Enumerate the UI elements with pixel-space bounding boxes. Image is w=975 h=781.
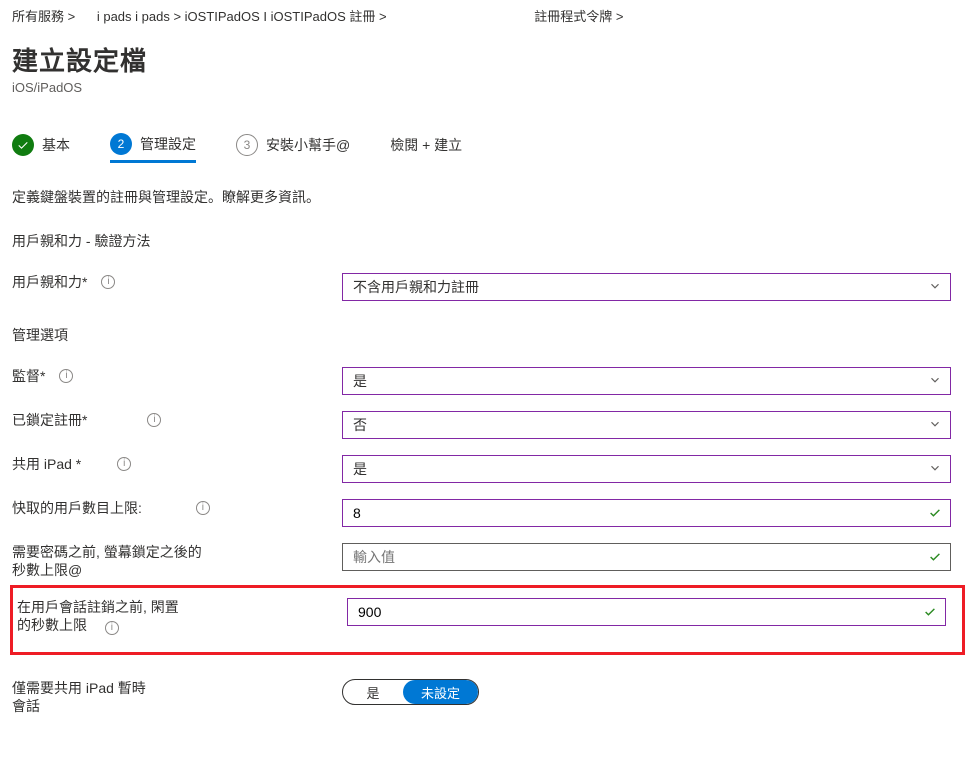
max-cached-users-input-wrap [342,499,951,527]
highlighted-row-idle-seconds: 在用戶會話註銷之前, 閑置 的秒數上限 i [10,585,965,655]
select-value: 不含用戶親和力註冊 [353,277,479,297]
select-value: 是 [353,459,367,479]
step-number-icon: 3 [236,134,258,156]
info-icon[interactable]: i [147,413,161,427]
row-locked-enrollment: 已鎖定註冊* i 否 [10,405,965,449]
field-label-line2: 的秒數上限 [17,617,87,633]
chevron-down-icon [928,461,942,475]
tab-review-create[interactable]: 檢閱 + 建立 [390,127,462,163]
idle-seconds-input[interactable] [358,600,913,624]
temporary-session-toggle[interactable]: 是 未設定 [342,679,479,705]
info-icon[interactable]: i [101,275,115,289]
section-header-auth: 用戶親和力 - 驗證方法 [10,231,965,267]
tab-label: 管理設定 [140,134,196,154]
breadcrumb-item-ios-enrollment[interactable]: i pads i pads > iOSTIPadOS I iOSTIPadOS … [97,6,387,25]
field-label: 共用 iPad * [12,455,81,473]
user-affinity-select[interactable]: 不含用戶親和力註冊 [342,273,951,301]
chevron-down-icon [928,279,942,293]
field-label: 監督* [12,367,45,385]
checkmark-icon [928,550,942,564]
step-tabs: 基本 2 管理設定 3 安裝小幫手@ 檢閱 + 建立 [10,127,965,163]
lock-screen-seconds-input[interactable] [353,545,918,569]
field-label-line1: 僅需要共用 iPad 暫時 [12,680,146,696]
tab-label: 檢閱 + 建立 [390,135,462,155]
toggle-option-yes[interactable]: 是 [343,680,403,704]
field-label-line2: 會話 [12,698,40,714]
breadcrumb: 所有服務 > i pads i pads > iOSTIPadOS I iOST… [10,6,965,35]
tab-basics[interactable]: 基本 [12,127,70,163]
checkmark-icon [923,605,937,619]
section-header-management: 管理選項 [10,311,965,361]
chevron-down-icon [928,417,942,431]
step-number-icon: 2 [110,133,132,155]
select-value: 是 [353,371,367,391]
tab-label: 安裝小幫手@ [266,135,350,155]
locked-enrollment-select[interactable]: 否 [342,411,951,439]
row-user-affinity: 用戶親和力* i 不含用戶親和力註冊 [10,267,965,311]
tab-management-settings[interactable]: 2 管理設定 [110,127,196,163]
breadcrumb-item-all-services[interactable]: 所有服務 > [12,6,75,25]
shared-ipad-select[interactable]: 是 [342,455,951,483]
row-temporary-session-only: 僅需要共用 iPad 暫時 會話 是 未設定 [10,673,965,721]
tab-label: 基本 [42,135,70,155]
page-subtitle: iOS/iPadOS [10,80,965,127]
check-icon [12,134,34,156]
row-max-cached-users: 快取的用戶數目上限: i [10,493,965,537]
idle-seconds-input-wrap [347,598,946,626]
checkmark-icon [928,506,942,520]
section-description: 定義鍵盤裝置的註冊與管理設定。瞭解更多資訊。 [10,187,965,231]
breadcrumb-item-token[interactable]: 註冊程式令牌 > [534,6,623,25]
toggle-option-unset[interactable]: 未設定 [403,680,478,704]
page-title: 建立設定檔 [10,35,965,80]
row-supervised: 監督* i 是 [10,361,965,405]
field-label: 已鎖定註冊* [12,411,87,429]
max-cached-users-input[interactable] [353,501,918,525]
field-label-line1: 在用戶會話註銷之前, 閑置 [17,599,179,615]
info-icon[interactable]: i [117,457,131,471]
field-label: 需要密碼之前, 螢幕鎖定之後的秒數上限@ [12,543,202,579]
info-icon[interactable]: i [59,369,73,383]
row-shared-ipad: 共用 iPad * i 是 [10,449,965,493]
lock-screen-seconds-input-wrap [342,543,951,571]
info-icon[interactable]: i [105,621,119,635]
chevron-down-icon [928,373,942,387]
field-label: 快取的用戶數目上限: [12,499,142,517]
field-label: 用戶親和力* [12,273,87,291]
row-lock-screen-seconds: 需要密碼之前, 螢幕鎖定之後的秒數上限@ [10,537,965,585]
tab-setup-assistant[interactable]: 3 安裝小幫手@ [236,127,350,163]
info-icon[interactable]: i [196,501,210,515]
supervised-select[interactable]: 是 [342,367,951,395]
select-value: 否 [353,415,367,435]
